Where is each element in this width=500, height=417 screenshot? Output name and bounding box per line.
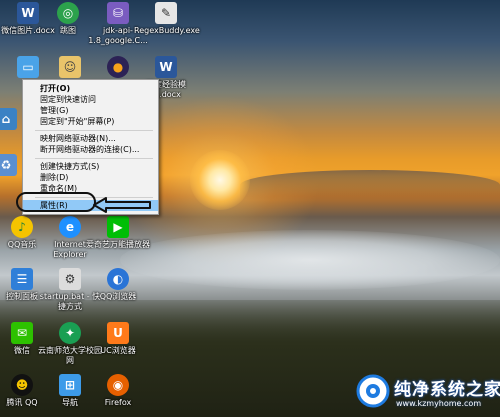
- qq-music-icon: ♪: [11, 216, 33, 238]
- menu-item-open[interactable]: 打开(O): [23, 83, 158, 94]
- navigation-icon: ⊞: [59, 374, 81, 396]
- menu-item-delete[interactable]: 删除(D): [23, 172, 158, 183]
- user-folder-icon: ☺: [59, 56, 81, 78]
- watermark: 纯净系统之家 www.kzmyhome.com: [352, 370, 500, 414]
- watermark-url: www.kzmyhome.com: [396, 399, 482, 408]
- annotation-arrow-icon: [93, 197, 151, 213]
- watermark-title: 纯净系统之家: [394, 380, 500, 400]
- recycle-bin-icon: ♻: [0, 154, 17, 176]
- chrome-icon: ◎: [57, 2, 79, 24]
- word-icon: W: [155, 56, 177, 78]
- control-panel-icon: ☰: [11, 268, 33, 290]
- internet-explorer-icon: e: [59, 216, 81, 238]
- campus-network-icon: ✦: [59, 322, 81, 344]
- desktop-icon-qq-browser[interactable]: ◐ QQ浏览器: [86, 268, 150, 330]
- network-icon: ⌂: [0, 108, 17, 130]
- watermark-logo-icon: [356, 374, 390, 408]
- menu-separator: [35, 130, 153, 131]
- desktop-icon-regexbuddy[interactable]: ✎ RegexBuddy.exe: [134, 2, 200, 64]
- batch-file-icon: ⚙: [59, 268, 81, 290]
- menu-item-pin-quick-access[interactable]: 固定到快速访问: [23, 94, 158, 105]
- menu-item-map-drive[interactable]: 映射网络驱动器(N)...: [23, 133, 158, 144]
- menu-item-create-shortcut[interactable]: 创建快捷方式(S): [23, 161, 158, 172]
- regexbuddy-icon: ✎: [155, 2, 177, 24]
- iqiyi-icon: ▶: [107, 216, 129, 238]
- qq-browser-icon: ◐: [107, 268, 129, 290]
- firefox-icon: ◉: [107, 374, 129, 396]
- mountain-ridge: [240, 170, 500, 200]
- desktop[interactable]: W 微信图片.docx ◎ 跳图 ⛁ jdk-api-1.8_google.C.…: [0, 0, 500, 417]
- computer-icon: ▭: [17, 56, 39, 78]
- menu-item-pin-start[interactable]: 固定到"开始"屏幕(P): [23, 116, 158, 127]
- annotation-highlight-ring: [16, 192, 96, 212]
- archive-icon: ⛁: [107, 2, 129, 24]
- qq-penguin-icon: ☻: [11, 374, 33, 396]
- wechat-icon: ✉: [11, 322, 33, 344]
- desktop-icon-firefox[interactable]: ◉ Firefox: [86, 374, 150, 417]
- sun: [190, 150, 250, 210]
- uc-browser-icon: U: [107, 322, 129, 344]
- eclipse-icon: ●: [107, 56, 129, 78]
- menu-item-disconnect-drive[interactable]: 断开网络驱动器的连接(C)...: [23, 144, 158, 155]
- menu-item-manage[interactable]: 管理(G): [23, 105, 158, 116]
- valley-mist: [120, 230, 500, 290]
- menu-separator: [35, 158, 153, 159]
